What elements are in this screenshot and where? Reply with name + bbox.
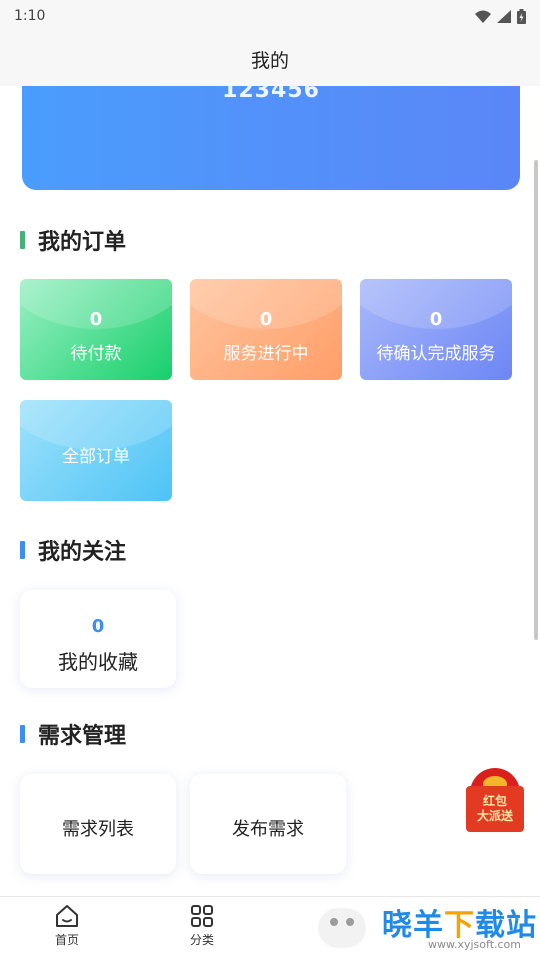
all-orders-label: 全部订单 — [62, 447, 130, 467]
follow-section-title: 我的关注 — [20, 534, 126, 566]
demand-list-card[interactable]: 需求列表 — [20, 774, 176, 874]
status-icons — [475, 8, 526, 24]
section-marker — [20, 231, 25, 249]
red-packet-body: 红包 大派送 — [466, 786, 524, 832]
home-icon — [56, 905, 78, 927]
watermark-domain: www.xyjsoft.com — [428, 938, 521, 951]
red-packet-line1: 红包 — [482, 794, 507, 808]
order-in-service-card[interactable]: 0 服务进行中 — [190, 279, 342, 380]
in-service-label: 服务进行中 — [223, 344, 309, 364]
order-pending-payment-card[interactable]: 0 待付款 — [20, 279, 172, 380]
section-marker — [20, 725, 25, 743]
pending-payment-label: 待付款 — [70, 344, 122, 364]
user-id: 123456 — [222, 86, 320, 103]
signal-icon — [497, 9, 511, 23]
wifi-icon — [475, 10, 491, 23]
follow-title-text: 我的关注 — [38, 540, 127, 565]
favorites-card[interactable]: 0 我的收藏 — [20, 590, 176, 688]
orders-section-title: 我的订单 — [20, 224, 126, 256]
tab-home-label: 首页 — [54, 933, 79, 947]
order-awaiting-confirm-card[interactable]: 0 待确认完成服务 — [360, 279, 512, 380]
publish-demand-label: 发布需求 — [232, 819, 304, 840]
page-header: 我的 — [0, 32, 540, 86]
grid-icon — [191, 905, 213, 927]
scrollbar[interactable] — [534, 160, 538, 640]
profile-scroll-area[interactable]: 123456 我的订单 0 待付款 0 服务进行中 0 待确认完成服务 全部订单… — [0, 86, 540, 896]
favorites-label: 我的收藏 — [58, 650, 138, 674]
red-packet-line2: 大派送 — [476, 809, 513, 823]
publish-demand-card[interactable]: 发布需求 — [190, 774, 346, 874]
site-watermark: 晓羊下载站 www.xyjsoft.com — [316, 900, 540, 960]
battery-icon — [517, 8, 526, 24]
awaiting-confirm-count: 0 — [429, 309, 443, 330]
in-service-count: 0 — [259, 309, 273, 330]
pending-payment-count: 0 — [89, 309, 103, 330]
status-time: 1:10 — [14, 8, 46, 24]
demand-title-text: 需求管理 — [38, 724, 127, 749]
awaiting-confirm-label: 待确认完成服务 — [376, 344, 496, 364]
demand-list-label: 需求列表 — [62, 819, 134, 840]
page-title: 我的 — [250, 49, 289, 72]
tab-category[interactable]: 分类 — [167, 903, 237, 948]
red-packet-float-button[interactable]: 红包 大派送 — [466, 768, 524, 832]
status-bar: 1:10 — [0, 0, 540, 32]
sheep-logo-icon — [318, 908, 366, 948]
demand-section-title: 需求管理 — [20, 718, 126, 750]
section-marker — [20, 541, 25, 559]
user-banner[interactable]: 123456 — [22, 86, 520, 190]
orders-title-text: 我的订单 — [38, 230, 127, 255]
order-all-card[interactable]: 全部订单 — [20, 400, 172, 501]
favorites-count: 0 — [91, 616, 105, 637]
tab-home[interactable]: 首页 — [32, 903, 102, 948]
tab-category-label: 分类 — [189, 933, 214, 947]
